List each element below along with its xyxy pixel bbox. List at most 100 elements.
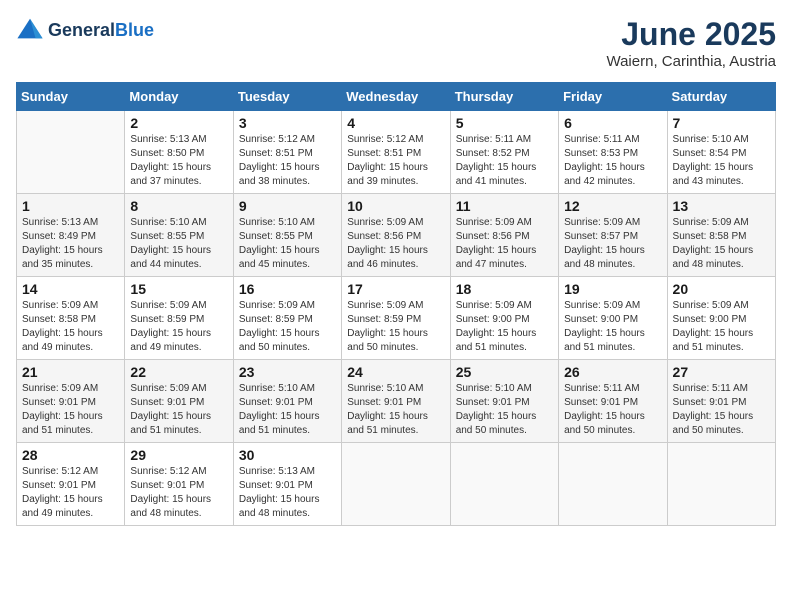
day-info: Sunrise: 5:09 AMSunset: 8:56 PMDaylight:…	[347, 217, 428, 270]
title-area: June 2025 Waiern, Carinthia, Austria	[606, 16, 776, 70]
calendar-day-cell: 17 Sunrise: 5:09 AMSunset: 8:59 PMDaylig…	[342, 277, 450, 360]
day-number: 30	[239, 447, 336, 463]
day-number: 16	[239, 281, 336, 297]
location-title: Waiern, Carinthia, Austria	[606, 53, 776, 70]
day-info: Sunrise: 5:13 AMSunset: 9:01 PMDaylight:…	[239, 466, 320, 519]
calendar-day-cell: 6 Sunrise: 5:11 AMSunset: 8:53 PMDayligh…	[559, 111, 667, 194]
day-info: Sunrise: 5:12 AMSunset: 8:51 PMDaylight:…	[347, 134, 428, 187]
day-info: Sunrise: 5:10 AMSunset: 9:01 PMDaylight:…	[456, 383, 537, 436]
day-number: 13	[673, 198, 770, 214]
day-info: Sunrise: 5:10 AMSunset: 9:01 PMDaylight:…	[239, 383, 320, 436]
day-number: 6	[564, 115, 661, 131]
calendar-day-cell: 9 Sunrise: 5:10 AMSunset: 8:55 PMDayligh…	[233, 194, 341, 277]
calendar-day-cell	[450, 443, 558, 526]
calendar-day-cell: 25 Sunrise: 5:10 AMSunset: 9:01 PMDaylig…	[450, 360, 558, 443]
day-number: 21	[22, 364, 119, 380]
calendar-week-row: 14 Sunrise: 5:09 AMSunset: 8:58 PMDaylig…	[17, 277, 776, 360]
day-info: Sunrise: 5:09 AMSunset: 8:57 PMDaylight:…	[564, 217, 645, 270]
calendar-day-cell: 27 Sunrise: 5:11 AMSunset: 9:01 PMDaylig…	[667, 360, 775, 443]
month-title: June 2025	[606, 16, 776, 53]
day-number: 19	[564, 281, 661, 297]
logo-general: General	[48, 20, 115, 40]
weekday-header-cell: Saturday	[667, 83, 775, 111]
day-number: 10	[347, 198, 444, 214]
day-info: Sunrise: 5:09 AMSunset: 8:59 PMDaylight:…	[130, 300, 211, 353]
day-info: Sunrise: 5:10 AMSunset: 8:54 PMDaylight:…	[673, 134, 754, 187]
day-info: Sunrise: 5:11 AMSunset: 9:01 PMDaylight:…	[564, 383, 645, 436]
day-info: Sunrise: 5:12 AMSunset: 8:51 PMDaylight:…	[239, 134, 320, 187]
day-info: Sunrise: 5:13 AMSunset: 8:50 PMDaylight:…	[130, 134, 211, 187]
day-number: 8	[130, 198, 227, 214]
day-info: Sunrise: 5:12 AMSunset: 9:01 PMDaylight:…	[130, 466, 211, 519]
logo-icon	[16, 16, 44, 44]
calendar-day-cell: 5 Sunrise: 5:11 AMSunset: 8:52 PMDayligh…	[450, 111, 558, 194]
calendar-day-cell: 13 Sunrise: 5:09 AMSunset: 8:58 PMDaylig…	[667, 194, 775, 277]
weekday-header-cell: Monday	[125, 83, 233, 111]
calendar-day-cell: 1 Sunrise: 5:13 AMSunset: 8:49 PMDayligh…	[17, 194, 125, 277]
day-info: Sunrise: 5:11 AMSunset: 9:01 PMDaylight:…	[673, 383, 754, 436]
day-number: 29	[130, 447, 227, 463]
day-number: 11	[456, 198, 553, 214]
calendar-body: 2 Sunrise: 5:13 AMSunset: 8:50 PMDayligh…	[17, 111, 776, 526]
day-info: Sunrise: 5:09 AMSunset: 8:58 PMDaylight:…	[673, 217, 754, 270]
day-info: Sunrise: 5:09 AMSunset: 8:59 PMDaylight:…	[239, 300, 320, 353]
day-number: 15	[130, 281, 227, 297]
weekday-header-cell: Tuesday	[233, 83, 341, 111]
day-number: 20	[673, 281, 770, 297]
day-number: 27	[673, 364, 770, 380]
day-number: 1	[22, 198, 119, 214]
calendar-day-cell: 30 Sunrise: 5:13 AMSunset: 9:01 PMDaylig…	[233, 443, 341, 526]
calendar-day-cell: 11 Sunrise: 5:09 AMSunset: 8:56 PMDaylig…	[450, 194, 558, 277]
calendar-day-cell: 10 Sunrise: 5:09 AMSunset: 8:56 PMDaylig…	[342, 194, 450, 277]
day-info: Sunrise: 5:10 AMSunset: 9:01 PMDaylight:…	[347, 383, 428, 436]
calendar-day-cell: 15 Sunrise: 5:09 AMSunset: 8:59 PMDaylig…	[125, 277, 233, 360]
day-info: Sunrise: 5:11 AMSunset: 8:52 PMDaylight:…	[456, 134, 537, 187]
day-info: Sunrise: 5:09 AMSunset: 8:56 PMDaylight:…	[456, 217, 537, 270]
day-info: Sunrise: 5:09 AMSunset: 8:59 PMDaylight:…	[347, 300, 428, 353]
day-info: Sunrise: 5:09 AMSunset: 9:00 PMDaylight:…	[456, 300, 537, 353]
calendar-week-row: 1 Sunrise: 5:13 AMSunset: 8:49 PMDayligh…	[17, 194, 776, 277]
day-info: Sunrise: 5:09 AMSunset: 8:58 PMDaylight:…	[22, 300, 103, 353]
weekday-header-cell: Sunday	[17, 83, 125, 111]
day-info: Sunrise: 5:11 AMSunset: 8:53 PMDaylight:…	[564, 134, 645, 187]
day-number: 5	[456, 115, 553, 131]
calendar-day-cell: 8 Sunrise: 5:10 AMSunset: 8:55 PMDayligh…	[125, 194, 233, 277]
day-number: 17	[347, 281, 444, 297]
day-number: 3	[239, 115, 336, 131]
page-header: GeneralBlue June 2025 Waiern, Carinthia,…	[16, 16, 776, 70]
calendar-day-cell: 20 Sunrise: 5:09 AMSunset: 9:00 PMDaylig…	[667, 277, 775, 360]
calendar-day-cell	[559, 443, 667, 526]
day-info: Sunrise: 5:09 AMSunset: 9:00 PMDaylight:…	[673, 300, 754, 353]
day-number: 2	[130, 115, 227, 131]
calendar-day-cell: 12 Sunrise: 5:09 AMSunset: 8:57 PMDaylig…	[559, 194, 667, 277]
day-number: 14	[22, 281, 119, 297]
calendar-day-cell: 29 Sunrise: 5:12 AMSunset: 9:01 PMDaylig…	[125, 443, 233, 526]
day-number: 4	[347, 115, 444, 131]
calendar-week-row: 28 Sunrise: 5:12 AMSunset: 9:01 PMDaylig…	[17, 443, 776, 526]
day-info: Sunrise: 5:09 AMSunset: 9:00 PMDaylight:…	[564, 300, 645, 353]
calendar-day-cell: 28 Sunrise: 5:12 AMSunset: 9:01 PMDaylig…	[17, 443, 125, 526]
day-info: Sunrise: 5:09 AMSunset: 9:01 PMDaylight:…	[22, 383, 103, 436]
day-number: 12	[564, 198, 661, 214]
calendar-day-cell: 24 Sunrise: 5:10 AMSunset: 9:01 PMDaylig…	[342, 360, 450, 443]
calendar-day-cell: 14 Sunrise: 5:09 AMSunset: 8:58 PMDaylig…	[17, 277, 125, 360]
day-info: Sunrise: 5:13 AMSunset: 8:49 PMDaylight:…	[22, 217, 103, 270]
calendar-day-cell	[17, 111, 125, 194]
day-number: 22	[130, 364, 227, 380]
weekday-header-cell: Friday	[559, 83, 667, 111]
calendar-day-cell: 2 Sunrise: 5:13 AMSunset: 8:50 PMDayligh…	[125, 111, 233, 194]
day-info: Sunrise: 5:10 AMSunset: 8:55 PMDaylight:…	[239, 217, 320, 270]
calendar-day-cell: 7 Sunrise: 5:10 AMSunset: 8:54 PMDayligh…	[667, 111, 775, 194]
calendar-day-cell	[342, 443, 450, 526]
calendar-day-cell: 3 Sunrise: 5:12 AMSunset: 8:51 PMDayligh…	[233, 111, 341, 194]
calendar-day-cell: 16 Sunrise: 5:09 AMSunset: 8:59 PMDaylig…	[233, 277, 341, 360]
day-info: Sunrise: 5:09 AMSunset: 9:01 PMDaylight:…	[130, 383, 211, 436]
day-number: 7	[673, 115, 770, 131]
logo-blue: Blue	[115, 20, 154, 40]
calendar-day-cell: 23 Sunrise: 5:10 AMSunset: 9:01 PMDaylig…	[233, 360, 341, 443]
day-number: 26	[564, 364, 661, 380]
weekday-header-cell: Thursday	[450, 83, 558, 111]
weekday-header-cell: Wednesday	[342, 83, 450, 111]
calendar-table: SundayMondayTuesdayWednesdayThursdayFrid…	[16, 82, 776, 526]
calendar-day-cell: 21 Sunrise: 5:09 AMSunset: 9:01 PMDaylig…	[17, 360, 125, 443]
